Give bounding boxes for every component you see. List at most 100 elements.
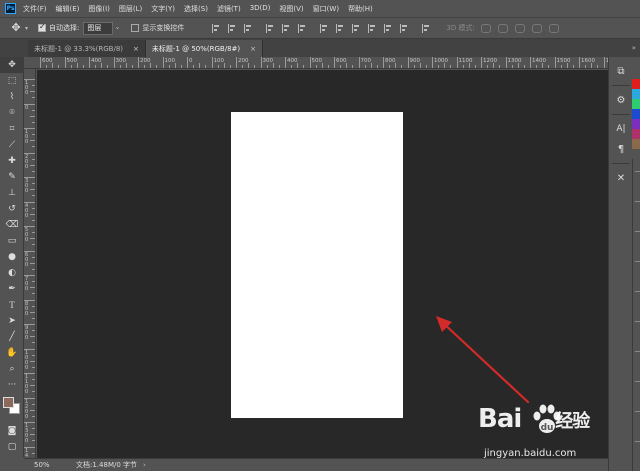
menu-item[interactable]: 窗口(W) (313, 4, 339, 14)
tab-document-50[interactable]: 未标题-1 @ 50%(RGB/8#) × (145, 40, 263, 57)
swatches-panel-strip[interactable] (632, 79, 640, 159)
ruler-label: 100 (213, 58, 225, 64)
type-tool-icon[interactable]: T (0, 297, 24, 313)
hand-tool-icon[interactable]: ✋ (0, 345, 24, 361)
more-tools-icon[interactable]: ··· (0, 377, 24, 393)
blur-tool-icon[interactable]: ● (0, 249, 24, 265)
dock-collapse-icon[interactable]: » (608, 39, 640, 57)
ruler-label: 1400 (532, 58, 546, 64)
auto-select-checkbox[interactable] (38, 22, 47, 32)
quick-select-tool-icon[interactable]: ⌾ (0, 105, 24, 121)
pen-tool-icon[interactable]: ✒ (0, 281, 24, 297)
slide-3d-icon[interactable] (531, 23, 542, 33)
menu-item[interactable]: 图像(I) (88, 4, 110, 14)
ruler-label: 1600 (581, 58, 595, 64)
menu-item[interactable]: 图层(L) (119, 4, 142, 14)
adjustments-panel-icon[interactable]: ⚙ (609, 90, 633, 110)
dodge-tool-icon[interactable]: ◐ (0, 265, 24, 281)
distribute-right-icon[interactable] (400, 23, 409, 33)
chevron-down-icon[interactable]: ▾ (25, 25, 28, 32)
line-tool-icon[interactable]: ╱ (0, 329, 24, 345)
auto-select-target-dropdown[interactable]: 图层 (83, 21, 120, 35)
zoom-tool-icon[interactable]: ⌕ (0, 361, 24, 377)
ruler-label: 0 (189, 58, 193, 64)
distribute-left-icon[interactable] (368, 23, 377, 33)
lasso-tool-icon[interactable]: ⌇ (0, 89, 24, 105)
menu-item[interactable]: 文字(Y) (151, 4, 175, 14)
color-swatch[interactable] (632, 109, 640, 119)
menu-item[interactable]: 选择(S) (184, 4, 208, 14)
menu-item[interactable]: 视图(V) (279, 4, 303, 14)
chevron-right-icon[interactable]: › (143, 461, 146, 469)
crop-tool-icon[interactable]: ⌗ (0, 121, 24, 137)
menu-list: 文件(F) 编辑(E) 图像(I) 图层(L) 文字(Y) 选择(S) 滤镜(T) 3D(D)… (23, 4, 382, 14)
history-brush-tool-icon[interactable]: ↺ (0, 201, 24, 217)
orbit-3d-icon[interactable] (480, 23, 491, 33)
tab-title: 未标题-1 @ 50%(RGB/8#) (151, 44, 241, 53)
ruler-label: 400 (91, 58, 102, 64)
scale-3d-icon[interactable] (548, 23, 559, 33)
eraser-tool-icon[interactable]: ⌫ (0, 217, 24, 233)
move-tool-icon[interactable]: ✥ (0, 57, 24, 73)
auto-select-label: 自动选择: (49, 24, 80, 32)
panel-dock: ⧉ ⚙ A| ¶ ✕ (608, 57, 632, 471)
ruler-label: 1200 (25, 398, 29, 420)
ruler-label: 1000 (434, 58, 448, 64)
ruler-label: 1200 (483, 58, 497, 64)
color-swatch[interactable] (632, 129, 640, 139)
align-distribute-group (212, 23, 438, 33)
marquee-tool-icon[interactable]: ⬚ (0, 73, 24, 89)
libraries-panel-icon[interactable]: ⧉ (609, 61, 633, 81)
quick-mask-icon[interactable]: ◙ (0, 423, 24, 439)
auto-align-icon[interactable] (422, 23, 431, 33)
document-canvas[interactable] (231, 112, 403, 418)
align-bottom-icon[interactable] (298, 23, 307, 33)
color-swatch[interactable] (632, 89, 640, 99)
eyedropper-tool-icon[interactable]: ⟋ (0, 137, 24, 153)
align-right-icon[interactable] (244, 23, 253, 33)
distribute-bottom-icon[interactable] (352, 23, 361, 33)
tool-presets-panel-icon[interactable]: ✕ (609, 168, 633, 188)
menu-item[interactable]: 滤镜(T) (217, 4, 241, 14)
menu-item[interactable]: 编辑(E) (56, 4, 80, 14)
options-bar: ✥ ▾ 自动选择: 图层 显示变换控件 3D 模式: (0, 17, 640, 39)
color-swatch[interactable] (632, 139, 640, 149)
horizontal-ruler[interactable]: 600 500 400 300 200 100 0 100 200 300 400 500 600 700… (24, 57, 608, 69)
align-top-icon[interactable] (266, 23, 275, 33)
color-swatch[interactable] (632, 99, 640, 109)
distribute-vcenter-icon[interactable] (336, 23, 345, 33)
color-swatch[interactable] (632, 79, 640, 89)
foreground-color-swatch[interactable] (3, 397, 14, 408)
paragraph-panel-icon[interactable]: ¶ (609, 139, 633, 159)
show-transform-checkbox[interactable] (131, 24, 140, 32)
zoom-level[interactable]: 50% (34, 461, 70, 469)
distribute-top-icon[interactable] (320, 23, 329, 33)
menu-item[interactable]: 3D(D) (250, 4, 271, 14)
distribute-hcenter-icon[interactable] (384, 23, 393, 33)
ruler-label: 1100 (25, 374, 29, 395)
tab-document-33[interactable]: 未标题-1 @ 33.3%(RGB/8) × (28, 40, 146, 57)
roll-3d-icon[interactable] (497, 23, 508, 33)
vertical-ruler[interactable]: 100 0 100 200 300 400 500 600 700 800 900 1000 1100 1… (24, 69, 36, 458)
gradient-tool-icon[interactable]: ▭ (0, 233, 24, 249)
character-panel-icon[interactable]: A| (609, 119, 633, 139)
ruler-label: 900 (409, 58, 421, 64)
healing-brush-tool-icon[interactable]: ✚ (0, 153, 24, 169)
align-vcenter-icon[interactable] (282, 23, 291, 33)
ruler-label: 400 (287, 58, 298, 64)
ruler-label: 300 (262, 58, 274, 64)
color-swatch[interactable] (632, 119, 640, 129)
move-tool-preset-icon[interactable]: ✥ (9, 21, 23, 35)
screen-mode-icon[interactable]: ▢ (0, 439, 24, 455)
path-select-tool-icon[interactable]: ➤ (0, 313, 24, 329)
pan-3d-icon[interactable] (514, 23, 525, 33)
ruler-label: 1300 (507, 58, 522, 64)
clone-stamp-tool-icon[interactable]: ⊥ (0, 185, 24, 201)
menu-item[interactable]: 帮助(H) (348, 4, 373, 14)
menu-item[interactable]: 文件(F) (23, 4, 47, 14)
close-icon[interactable]: × (133, 45, 139, 53)
close-icon[interactable]: × (250, 45, 256, 53)
align-hcenter-icon[interactable] (228, 23, 237, 33)
align-left-icon[interactable] (212, 23, 221, 33)
brush-tool-icon[interactable]: ✎ (0, 169, 24, 185)
